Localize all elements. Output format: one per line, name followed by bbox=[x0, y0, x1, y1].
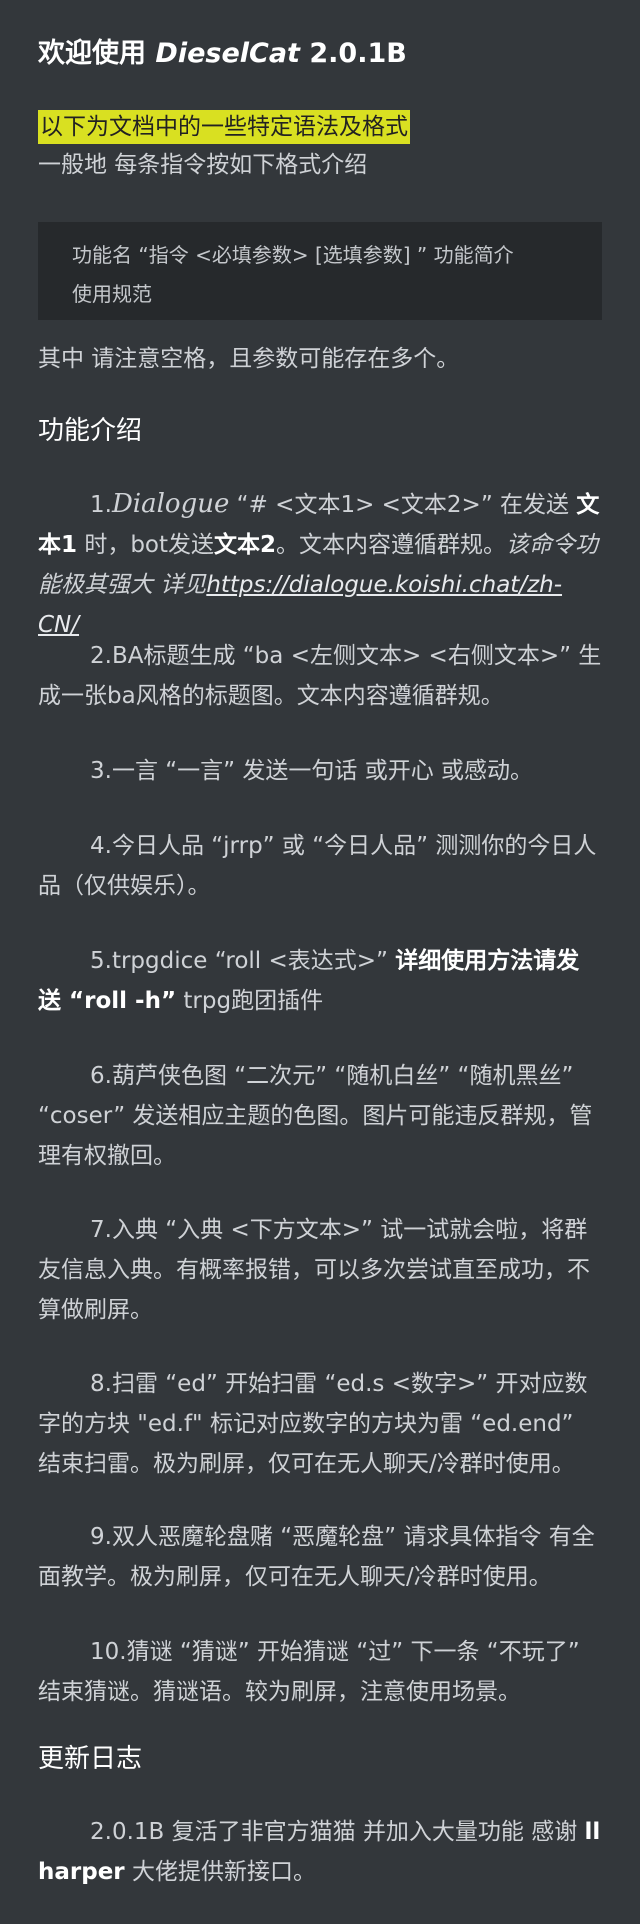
feature-1-name: Dialogue bbox=[111, 489, 230, 519]
feature-1-text-1: “# <文本1> <文本2>” 在发送 bbox=[229, 492, 577, 518]
note-text: 其中 请注意空格，且参数可能存在多个。 bbox=[38, 346, 460, 372]
title-brand: DieselCat bbox=[155, 38, 300, 69]
feature-8: 8.扫雷 “ed” 开始扫雷 “ed.s <数字>” 开对应数字的方块 "ed.… bbox=[38, 1371, 588, 1477]
feature-5-text-2: trpg跑团插件 bbox=[176, 988, 324, 1014]
code-line-1: 功能名 “指令 <必填参数> [选填参数] ” 功能简介 bbox=[72, 243, 514, 267]
feature-1: 1.Dialogue “# <文本1> <文本2>” 在发送 文本1 时，bot… bbox=[38, 484, 602, 645]
title-prefix: 欢迎使用 bbox=[38, 38, 156, 69]
feature-2: 2.BA标题生成 “ba <左侧文本> <右侧文本>” 生成一张ba风格的标题图… bbox=[38, 643, 602, 709]
format-code-block: 功能名 “指令 <必填参数> [选填参数] ” 功能简介 使用规范 bbox=[38, 222, 602, 320]
feature-5-text-1: 5.trpgdice “roll <表达式>” bbox=[90, 948, 396, 974]
feature-5: 5.trpgdice “roll <表达式>” 详细使用方法请发送 “roll … bbox=[38, 941, 602, 1021]
feature-1-num: 1. bbox=[90, 492, 112, 518]
feature-1-text-3: 。文本内容遵循群规。 bbox=[276, 532, 507, 558]
feature-3: 3.一言 “一言” 发送一句话 或开心 或感动。 bbox=[90, 758, 534, 784]
feature-9: 9.双人恶魔轮盘赌 “恶魔轮盘” 请求具体指令 有全面教学。极为刷屏，仅可在无人… bbox=[38, 1524, 595, 1590]
changelog-text-2: 大佬提供新接口。 bbox=[124, 1859, 316, 1885]
intro-text: 一般地 每条指令按如下格式介绍 bbox=[38, 152, 368, 178]
code-line-2: 使用规范 bbox=[72, 282, 152, 306]
highlighted-text: 以下为文档中的一些特定语法及格式 bbox=[38, 110, 410, 144]
page-title: 欢迎使用 DieselCat 2.0.1B bbox=[38, 34, 407, 74]
feature-6: 6.葫芦侠色图 “二次元” “随机白丝” “随机黑丝” “coser” 发送相应… bbox=[38, 1063, 593, 1169]
changelog-entry: 2.0.1B 复活了非官方猫猫 并加入大量功能 感谢 ll harper 大佬提… bbox=[38, 1812, 602, 1892]
title-version: 2.0.1B bbox=[299, 38, 407, 69]
changelog-heading: 更新日志 bbox=[38, 1744, 143, 1774]
feature-1-text-2: 时，bot发送 bbox=[77, 532, 215, 558]
document-page: 欢迎使用 DieselCat 2.0.1B 以下为文档中的一些特定语法及格式 一… bbox=[0, 0, 640, 1924]
feature-10: 10.猜谜 “猜谜” 开始猜谜 “过” 下一条 “不玩了” 结束猜谜。猜谜语。较… bbox=[38, 1639, 580, 1705]
feature-7: 7.入典 “入典 <下方文本>” 试一试就会啦，将群友信息入典。有概率报错，可以… bbox=[38, 1217, 590, 1323]
feature-4: 4.今日人品 “jrrp” 或 “今日人品” 测测你的今日人品（仅供娱乐）。 bbox=[38, 833, 597, 899]
features-heading: 功能介绍 bbox=[38, 416, 143, 446]
feature-1-bold-2: 文本2 bbox=[214, 532, 277, 558]
changelog-text-1: 2.0.1B 复活了非官方猫猫 并加入大量功能 感谢 bbox=[90, 1819, 585, 1845]
